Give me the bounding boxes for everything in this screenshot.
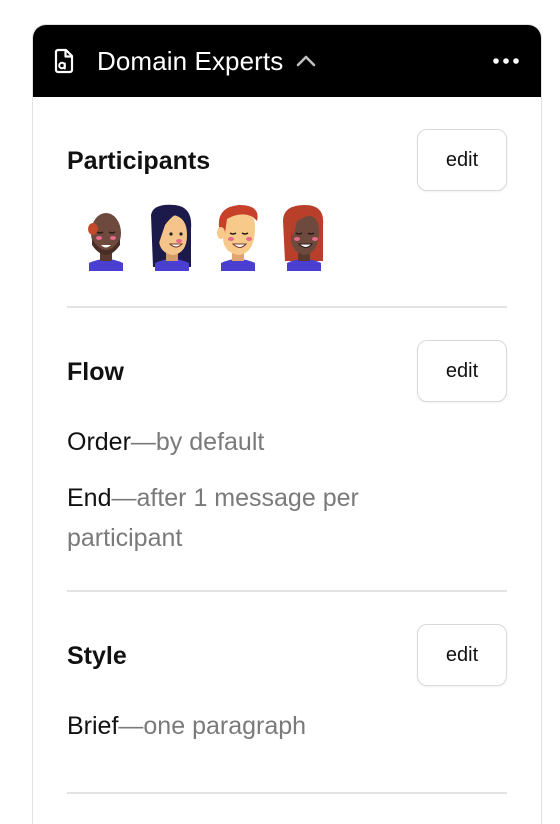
section-title-participants: Participants — [67, 147, 211, 175]
avatar-1 — [88, 213, 123, 271]
group-panel: Domain Experts Participants edit Flow ed… — [32, 24, 542, 824]
setting-value: —one paragraph — [118, 712, 307, 740]
edit-flow-button[interactable]: edit — [417, 340, 507, 402]
style-section: Style edit Brief—one paragraph — [67, 592, 507, 794]
chevron-up-icon[interactable] — [295, 50, 317, 72]
setting-key: Brief — [67, 712, 119, 740]
flow-section: Flow edit Order—by default End—after 1 m… — [67, 308, 507, 592]
flow-setting-order: Order—by default — [67, 422, 417, 462]
setting-value: —by default — [130, 428, 265, 456]
setting-key: End — [67, 484, 112, 512]
style-setting-brief: Brief—one paragraph — [67, 706, 417, 746]
edit-participants-button[interactable]: edit — [417, 129, 507, 191]
avatar-4 — [283, 205, 324, 271]
flow-setting-end: End—after 1 message per participant — [67, 478, 417, 558]
panel-title: Domain Experts — [97, 45, 284, 76]
panel-header: Domain Experts — [33, 25, 541, 97]
more-horizontal-icon[interactable] — [491, 46, 521, 76]
setting-value: —after 1 message per participant — [67, 484, 359, 552]
avatar-2 — [151, 204, 192, 271]
section-title-flow: Flow — [67, 358, 124, 386]
avatar-list — [79, 203, 331, 271]
document-icon — [51, 48, 77, 74]
participants-section: Participants edit — [67, 97, 507, 308]
setting-key: Order — [67, 428, 131, 456]
avatar-3 — [217, 205, 258, 271]
edit-style-button[interactable]: edit — [417, 624, 507, 686]
section-title-style: Style — [67, 642, 127, 670]
